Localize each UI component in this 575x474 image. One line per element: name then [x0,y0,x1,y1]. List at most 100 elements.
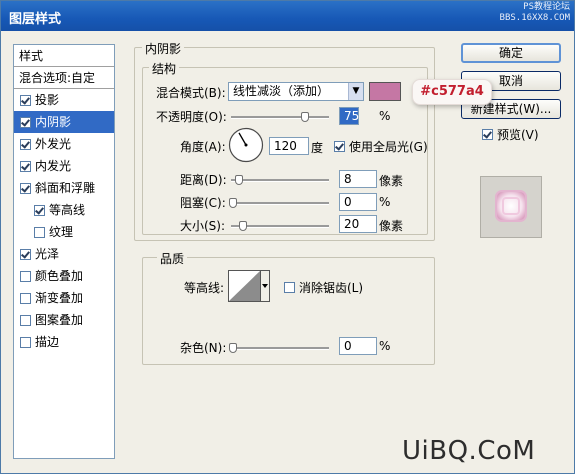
preview-check-icon [482,129,493,140]
distance-input[interactable]: 8 [339,170,377,188]
quality-title: 品质 [157,250,188,267]
choke-slider-thumb[interactable] [229,198,237,208]
choke-slider[interactable] [229,198,329,208]
effect-item[interactable]: 外发光 [14,133,114,155]
watermark-line-2: BBS.16XX8.COM [499,13,570,23]
effect-item[interactable]: 等高线 [14,199,114,221]
angle-label: 角度(A): [180,140,226,154]
noise-input[interactable]: 0 [339,337,377,355]
opacity-slider[interactable] [231,112,329,122]
effect-label: 内发光 [35,159,72,173]
effect-item[interactable]: 纹理 [14,221,114,243]
effect-item[interactable]: 颜色叠加 [14,265,114,287]
opacity-input[interactable]: 75 [339,107,359,125]
chevron-down-icon: ▼ [348,83,363,100]
noise-label: 杂色(N): [180,341,227,355]
global-light-label: 使用全局光(G) [349,140,428,154]
style-preview-thumbnail [480,176,542,238]
color-callout: #c577a4 [412,79,492,105]
contour-picker[interactable] [228,270,270,302]
noise-slider[interactable] [229,343,329,353]
preview-label: 预览(V) [497,128,539,142]
distance-unit: 像素 [379,174,404,188]
styles-list: 样式 混合选项:自定 投影内阴影外发光内发光斜面和浮雕等高线纹理光泽颜色叠加渐变… [13,44,115,459]
effect-item[interactable]: 内发光 [14,155,114,177]
size-input[interactable]: 20 [339,215,377,233]
antialias-label: 消除锯齿(L) [299,281,364,295]
noise-slider-thumb[interactable] [229,343,237,353]
size-slider-thumb[interactable] [239,221,247,231]
opacity-label: 不透明度(O): [156,110,227,124]
distance-label: 距离(D): [180,173,227,187]
distance-slider[interactable] [231,175,329,185]
contour-preview-icon [228,270,270,302]
effect-checkbox[interactable] [20,248,31,260]
effect-checkbox[interactable] [20,94,31,106]
angle-input[interactable]: 120 [269,137,309,155]
effect-label: 等高线 [49,203,86,217]
watermark-line-1: PS教程论坛 [523,2,570,12]
effect-checkbox[interactable] [20,292,31,304]
antialias-check-icon [284,282,295,293]
distance-slider-thumb[interactable] [235,175,243,185]
size-label: 大小(S): [180,219,226,233]
effect-label: 描边 [35,335,60,349]
effect-item[interactable]: 渐变叠加 [14,287,114,309]
antialias-checkbox[interactable]: 消除锯齿(L) [284,279,363,296]
opacity-unit: % [379,109,391,123]
preview-checkbox[interactable]: 预览(V) [482,126,539,143]
style-preview-icon [495,190,527,222]
blend-mode-value: 线性减淡（添加） [233,84,330,98]
effect-item[interactable]: 投影 [14,89,114,111]
size-unit: 像素 [379,219,404,233]
size-slider[interactable] [231,221,329,231]
effect-checkbox[interactable] [20,182,31,194]
angle-dial[interactable] [228,127,264,163]
structure-title: 结构 [149,60,180,77]
site-brand-logo: UiBQ.CoM [402,436,536,466]
effect-label: 光泽 [35,247,60,261]
effect-checkbox[interactable] [34,226,45,238]
effect-label: 纹理 [49,225,74,239]
effect-label: 图案叠加 [35,313,84,327]
window-title: 图层样式 [9,12,62,27]
effect-label: 斜面和浮雕 [35,181,96,195]
angle-dial-icon [228,127,264,163]
blend-mode-select[interactable]: 线性减淡（添加） ▼ [228,82,364,101]
layer-style-dialog: 图层样式 PS教程论坛 BBS.16XX8.COM 样式 混合选项:自定 投影内… [0,0,575,474]
effect-item[interactable]: 光泽 [14,243,114,265]
angle-unit: 度 [311,141,324,155]
effect-item[interactable]: 斜面和浮雕 [14,177,114,199]
opacity-slider-thumb[interactable] [300,112,309,122]
global-light-check-icon [334,141,345,152]
effect-checkbox[interactable] [20,336,31,348]
effect-item[interactable]: 描边 [14,331,114,353]
contour-label: 等高线: [184,281,225,295]
effect-checkbox[interactable] [34,204,45,216]
effect-checkbox[interactable] [20,270,31,282]
effect-checkbox[interactable] [20,160,31,172]
effect-label: 外发光 [35,137,72,151]
blend-mode-label: 混合模式(B): [156,86,226,100]
effect-item[interactable]: 图案叠加 [14,309,114,331]
noise-unit: % [379,339,391,353]
global-light-checkbox[interactable]: 使用全局光(G) [334,138,428,155]
effect-label: 渐变叠加 [35,291,84,305]
effect-label: 投影 [35,93,60,107]
effect-label: 内阴影 [35,115,72,129]
inner-shadow-title: 内阴影 [142,40,185,57]
effect-checkbox[interactable] [20,138,31,150]
choke-input[interactable]: 0 [339,193,377,211]
effect-checkbox[interactable] [20,116,31,128]
title-bar[interactable]: 图层样式 PS教程论坛 BBS.16XX8.COM [1,1,574,31]
blending-options-item[interactable]: 混合选项:自定 [14,67,114,89]
choke-label: 阻塞(C): [180,196,226,210]
effect-item[interactable]: 内阴影 [14,111,114,133]
ok-button[interactable]: 确定 [461,43,561,63]
effect-label: 颜色叠加 [35,269,84,283]
choke-unit: % [379,195,391,209]
effect-checkbox[interactable] [20,314,31,326]
styles-header[interactable]: 样式 [14,45,114,67]
watermark: PS教程论坛 BBS.16XX8.COM [500,2,570,24]
shadow-color-swatch[interactable] [369,82,401,101]
